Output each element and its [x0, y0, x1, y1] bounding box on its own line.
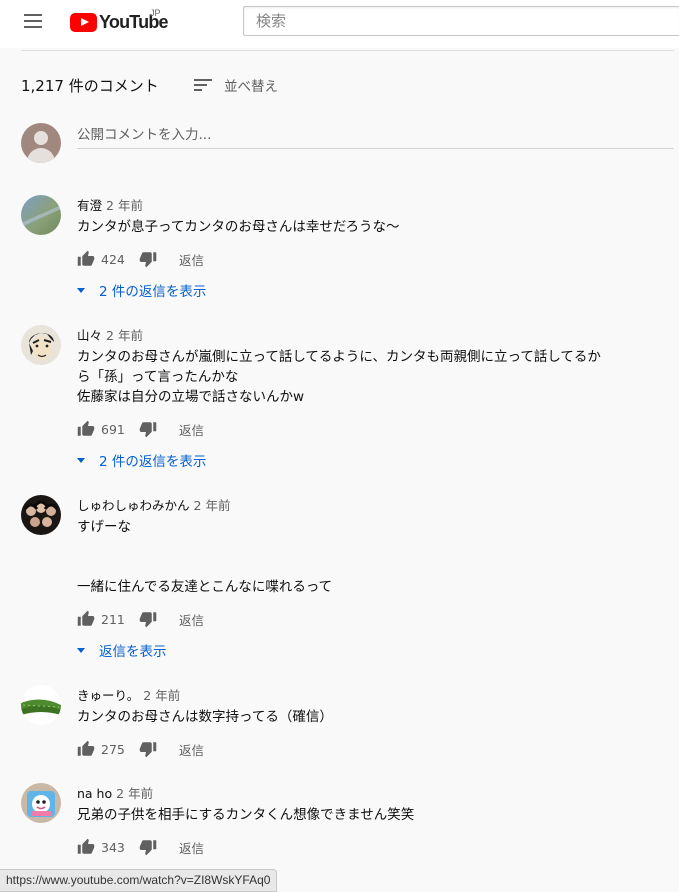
comment-line: [77, 557, 637, 577]
published-time[interactable]: 2 年前: [106, 328, 143, 343]
comment-header: na ho 2 年前: [77, 783, 153, 802]
avatar[interactable]: [21, 325, 61, 365]
comment-line: カンタのお母さんは数字持ってる（確信）: [77, 709, 333, 725]
comment-header: 有澄 2 年前: [77, 195, 143, 214]
thumbs-up-icon[interactable]: [77, 740, 95, 758]
view-replies-label: 2 件の返信を表示: [99, 454, 207, 470]
comment-actions: 691 返信: [77, 420, 204, 438]
comment-text: カンタが息子ってカンタのお母さんは幸せだろうな〜: [77, 217, 637, 237]
view-replies-button[interactable]: 2 件の返信を表示: [77, 450, 206, 470]
comment-count: 1,217 件のコメント: [21, 77, 159, 95]
published-time[interactable]: 2 年前: [143, 688, 180, 703]
thumbs-down-icon[interactable]: [139, 420, 157, 438]
youtube-play-icon: [70, 12, 97, 32]
thumbs-up-icon[interactable]: [77, 420, 95, 438]
comment-line: すげーな: [77, 519, 131, 535]
view-replies-label: 2 件の返信を表示: [99, 284, 207, 300]
like-count: 211: [101, 611, 125, 627]
sort-icon: [194, 78, 212, 92]
reply-button[interactable]: 返信: [179, 250, 204, 269]
comment-text: すげーな 一緒に住んでる友達とこんなに喋れるって: [77, 517, 637, 597]
caret-down-icon: [77, 647, 85, 653]
author-name[interactable]: na ho: [77, 786, 112, 801]
caret-down-icon: [77, 457, 85, 463]
comment-text: カンタのお母さんが嵐側に立って話してるように、カンタも両親側に立って話してるか …: [77, 347, 637, 407]
thumbs-down-icon[interactable]: [139, 250, 157, 268]
logo-region-label: JP: [150, 8, 161, 18]
comment-actions: 424 返信: [77, 250, 204, 268]
thumbs-down-icon[interactable]: [139, 740, 157, 758]
add-comment-input[interactable]: [77, 121, 674, 149]
comment-line: 一緒に住んでる友達とこんなに喋れるって: [77, 579, 333, 595]
thumbs-up-icon[interactable]: [77, 250, 95, 268]
comment-header: しゅわしゅわみかん 2 年前: [77, 495, 230, 514]
like-count: 343: [101, 839, 125, 855]
comment-actions: 275 返信: [77, 740, 204, 758]
comment-header: 山々 2 年前: [77, 325, 143, 344]
reply-button[interactable]: 返信: [179, 420, 204, 439]
avatar[interactable]: [21, 495, 61, 535]
thumbs-down-icon[interactable]: [139, 610, 157, 628]
divider: [21, 50, 674, 51]
view-replies-button[interactable]: 返信を表示: [77, 640, 167, 660]
avatar[interactable]: [21, 783, 61, 823]
like-count: 275: [101, 741, 125, 757]
reply-button[interactable]: 返信: [179, 838, 204, 857]
comment-line: カンタのお母さんが嵐側に立って話してるように、カンタも両親側に立って話してるか: [77, 349, 601, 365]
thumbs-down-icon[interactable]: [139, 838, 157, 856]
author-name[interactable]: しゅわしゅわみかん: [77, 498, 190, 513]
reply-button[interactable]: 返信: [179, 740, 204, 759]
comment-line: 兄弟の子供を相手にするカンタくん想像できません笑笑: [77, 807, 415, 823]
comment-line: カンタが息子ってカンタのお母さんは幸せだろうな〜: [77, 219, 400, 235]
comment-line: ら「孫」って言ったんかな: [77, 369, 239, 385]
comment-line: [77, 537, 637, 557]
thumbs-up-icon[interactable]: [77, 838, 95, 856]
comment-header: きゅーり。 2 年前: [77, 685, 180, 704]
author-name[interactable]: きゅーり。: [77, 688, 139, 703]
view-replies-label: 返信を表示: [99, 644, 167, 660]
comment-actions: 343 返信: [77, 838, 204, 856]
author-name[interactable]: 有澄: [77, 198, 102, 213]
published-time[interactable]: 2 年前: [106, 198, 143, 213]
comment-text: カンタのお母さんは数字持ってる（確信）: [77, 707, 637, 727]
view-replies-button[interactable]: 2 件の返信を表示: [77, 280, 206, 300]
menu-icon[interactable]: [24, 14, 42, 28]
my-avatar: [21, 123, 61, 163]
avatar[interactable]: [21, 195, 61, 235]
author-name[interactable]: 山々: [77, 328, 102, 343]
search-input[interactable]: [243, 6, 679, 36]
masthead: YouTube JP: [0, 0, 679, 48]
like-count: 691: [101, 421, 125, 437]
comment-text: 兄弟の子供を相手にするカンタくん想像できません笑笑: [77, 805, 637, 825]
caret-down-icon: [77, 287, 85, 293]
comment-line: 佐藤家は自分の立場で話さないんかw: [77, 389, 305, 405]
sort-label: 並べ替え: [224, 79, 278, 95]
thumbs-up-icon[interactable]: [77, 610, 95, 628]
comment-actions: 211 返信: [77, 610, 204, 628]
published-time[interactable]: 2 年前: [194, 498, 231, 513]
sort-button[interactable]: 並べ替え: [194, 75, 278, 95]
reply-button[interactable]: 返信: [179, 610, 204, 629]
published-time[interactable]: 2 年前: [116, 786, 153, 801]
status-bar-url: https://www.youtube.com/watch?v=ZI8WskYF…: [0, 869, 278, 892]
like-count: 424: [101, 251, 125, 267]
avatar[interactable]: [21, 685, 61, 725]
